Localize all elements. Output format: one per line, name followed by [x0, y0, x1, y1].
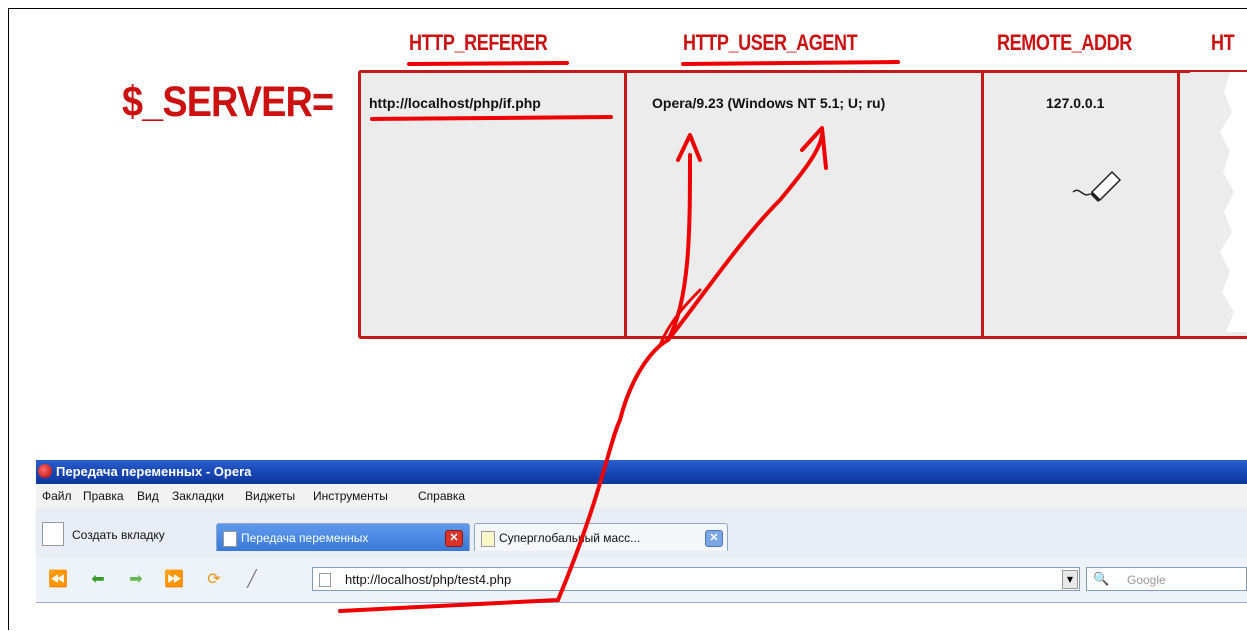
- reload-icon[interactable]: ⟳: [202, 568, 226, 590]
- edit-icon[interactable]: ╱: [240, 568, 264, 590]
- menu-view[interactable]: Вид: [137, 489, 159, 503]
- cell-http-user-agent-value: Opera/9.23 (Windows NT 5.1; U; ru): [652, 95, 886, 111]
- search-field[interactable]: 🔍 Google: [1086, 567, 1247, 591]
- close-tab-icon[interactable]: ✕: [705, 530, 723, 547]
- page-icon: [223, 531, 237, 547]
- menu-help[interactable]: Справка: [418, 489, 465, 503]
- rewind-icon[interactable]: ⏪: [46, 568, 70, 590]
- forward-icon[interactable]: ➡: [124, 568, 148, 590]
- cell-http-referer-value: http://localhost/php/if.php: [369, 95, 541, 111]
- tab-transfer-variables[interactable]: Передача переменных ✕: [216, 523, 470, 551]
- close-tab-icon[interactable]: ✕: [445, 530, 463, 547]
- navigation-bar: ⏪ ⬅ ➡ ⏩ ⟳ ╱ http://localhost/php/test4.p…: [36, 558, 1247, 600]
- new-tab-icon: [42, 522, 64, 546]
- menu-edit[interactable]: Правка: [83, 489, 124, 503]
- header-remote-addr: REMOTE_ADDR: [997, 30, 1132, 55]
- torn-edge-shape: [1190, 72, 1234, 332]
- address-dropdown-icon[interactable]: ▼: [1062, 570, 1078, 589]
- search-icon: 🔍: [1093, 571, 1110, 586]
- new-tab-button[interactable]: Создать вкладку: [40, 520, 208, 550]
- back-icon[interactable]: ⬅: [86, 568, 110, 590]
- window-title: Передача переменных - Opera: [56, 464, 252, 479]
- tab-bar: Создать вкладку Передача переменных ✕ Су…: [36, 508, 1247, 562]
- address-text: http://localhost/php/test4.php: [345, 572, 512, 587]
- new-tab-label: Создать вкладку: [72, 528, 165, 542]
- server-label: $_SERVER=: [122, 78, 334, 126]
- tab-label: Суперглобальный масс...: [499, 531, 641, 545]
- cell-http-referer: http://localhost/php/if.php: [361, 73, 627, 336]
- menu-tools[interactable]: Инструменты: [313, 489, 388, 503]
- search-placeholder: Google: [1127, 573, 1166, 587]
- menu-file[interactable]: Файл: [42, 489, 72, 503]
- torn-edge: [1190, 72, 1247, 332]
- header-http-referer: HTTP_REFERER: [409, 30, 548, 55]
- menu-bar: Файл Правка Вид Закладки Виджеты Инструм…: [36, 484, 1247, 508]
- title-bar: Передача переменных - Opera: [36, 460, 1247, 484]
- address-field[interactable]: http://localhost/php/test4.php: [312, 567, 1080, 591]
- tab-label: Передача переменных: [241, 531, 369, 545]
- cell-remote-addr: 127.0.0.1: [984, 73, 1180, 336]
- tab-superglobal[interactable]: Суперглобальный масс... ✕: [474, 523, 728, 551]
- opera-logo-icon: [38, 464, 52, 478]
- cell-remote-addr-value: 127.0.0.1: [1046, 95, 1105, 111]
- header-truncated: HT: [1211, 30, 1235, 55]
- menu-bookmarks[interactable]: Закладки: [172, 489, 224, 503]
- page-icon: [319, 573, 331, 587]
- server-table: http://localhost/php/if.php Opera/9.23 (…: [358, 70, 1247, 339]
- cell-http-user-agent: Opera/9.23 (Windows NT 5.1; U; ru): [627, 73, 984, 336]
- page-content: [36, 602, 1247, 631]
- fast-forward-icon[interactable]: ⏩: [162, 568, 186, 590]
- header-http-user-agent: HTTP_USER_AGENT: [683, 30, 858, 55]
- page-icon: [481, 531, 495, 547]
- browser-window: Передача переменных - Opera Файл Правка …: [36, 460, 1247, 631]
- menu-widgets[interactable]: Виджеты: [245, 489, 295, 503]
